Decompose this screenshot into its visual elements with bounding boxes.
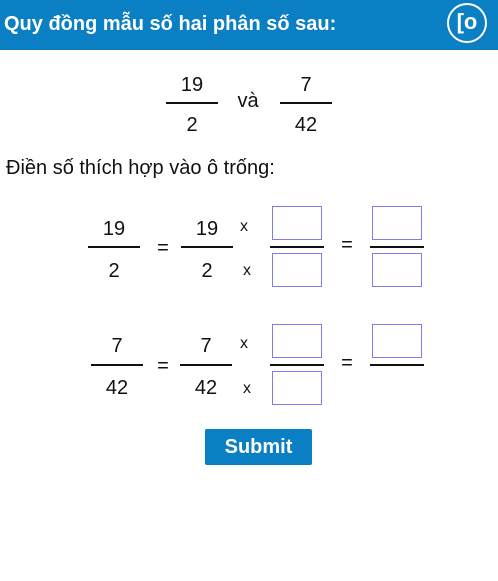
times-sign: x xyxy=(240,335,248,352)
row1-denominator: 2 xyxy=(108,260,120,282)
row1-mult-numerator: 19 xyxy=(195,218,219,240)
logo-icon: [o xyxy=(447,3,487,43)
problem-fraction2-denominator: 42 xyxy=(294,114,318,136)
row2-mult-numerator: 7 xyxy=(200,335,212,357)
equals-sign: = xyxy=(157,355,169,377)
fraction-bar xyxy=(370,364,424,366)
row2-numerator: 7 xyxy=(111,335,123,357)
fraction-bar xyxy=(88,246,140,248)
equals-sign: = xyxy=(341,352,353,374)
problem-fraction2-numerator: 7 xyxy=(300,74,312,96)
page-title: Quy đồng mẫu số hai phân số sau: xyxy=(4,13,337,35)
row1-result-numerator-input[interactable] xyxy=(372,206,422,240)
submit-button[interactable]: Submit xyxy=(205,429,312,465)
row1-result-denominator-input[interactable] xyxy=(372,253,422,287)
times-sign: x xyxy=(243,380,251,397)
times-sign: x xyxy=(240,218,248,235)
problem-fraction1-denominator: 2 xyxy=(186,114,198,136)
row2-mult-denominator: 42 xyxy=(194,377,218,399)
fraction-bar xyxy=(280,102,332,104)
problem-fraction1-numerator: 19 xyxy=(180,74,204,96)
row2-denominator: 42 xyxy=(105,377,129,399)
times-sign: x xyxy=(243,262,251,279)
instruction-text: Điền số thích hợp vào ô trống: xyxy=(6,157,275,179)
row2-multiplier-denominator-input[interactable] xyxy=(272,371,322,405)
fraction-bar xyxy=(180,364,232,366)
row2-multiplier-numerator-input[interactable] xyxy=(272,324,322,358)
equals-sign: = xyxy=(157,237,169,259)
conjunction-label: và xyxy=(237,90,259,112)
equals-sign: = xyxy=(341,234,353,256)
fraction-bar xyxy=(181,246,233,248)
row1-numerator: 19 xyxy=(102,218,126,240)
fraction-bar xyxy=(91,364,143,366)
row1-multiplier-numerator-input[interactable] xyxy=(272,206,322,240)
fraction-bar xyxy=(166,102,218,104)
fraction-bar xyxy=(270,246,324,248)
row1-multiplier-denominator-input[interactable] xyxy=(272,253,322,287)
header-bar: Quy đồng mẫu số hai phân số sau: [o xyxy=(0,0,498,50)
row1-mult-denominator: 2 xyxy=(201,260,213,282)
fraction-bar xyxy=(370,246,424,248)
row2-result-numerator-input[interactable] xyxy=(372,324,422,358)
fraction-bar xyxy=(270,364,324,366)
